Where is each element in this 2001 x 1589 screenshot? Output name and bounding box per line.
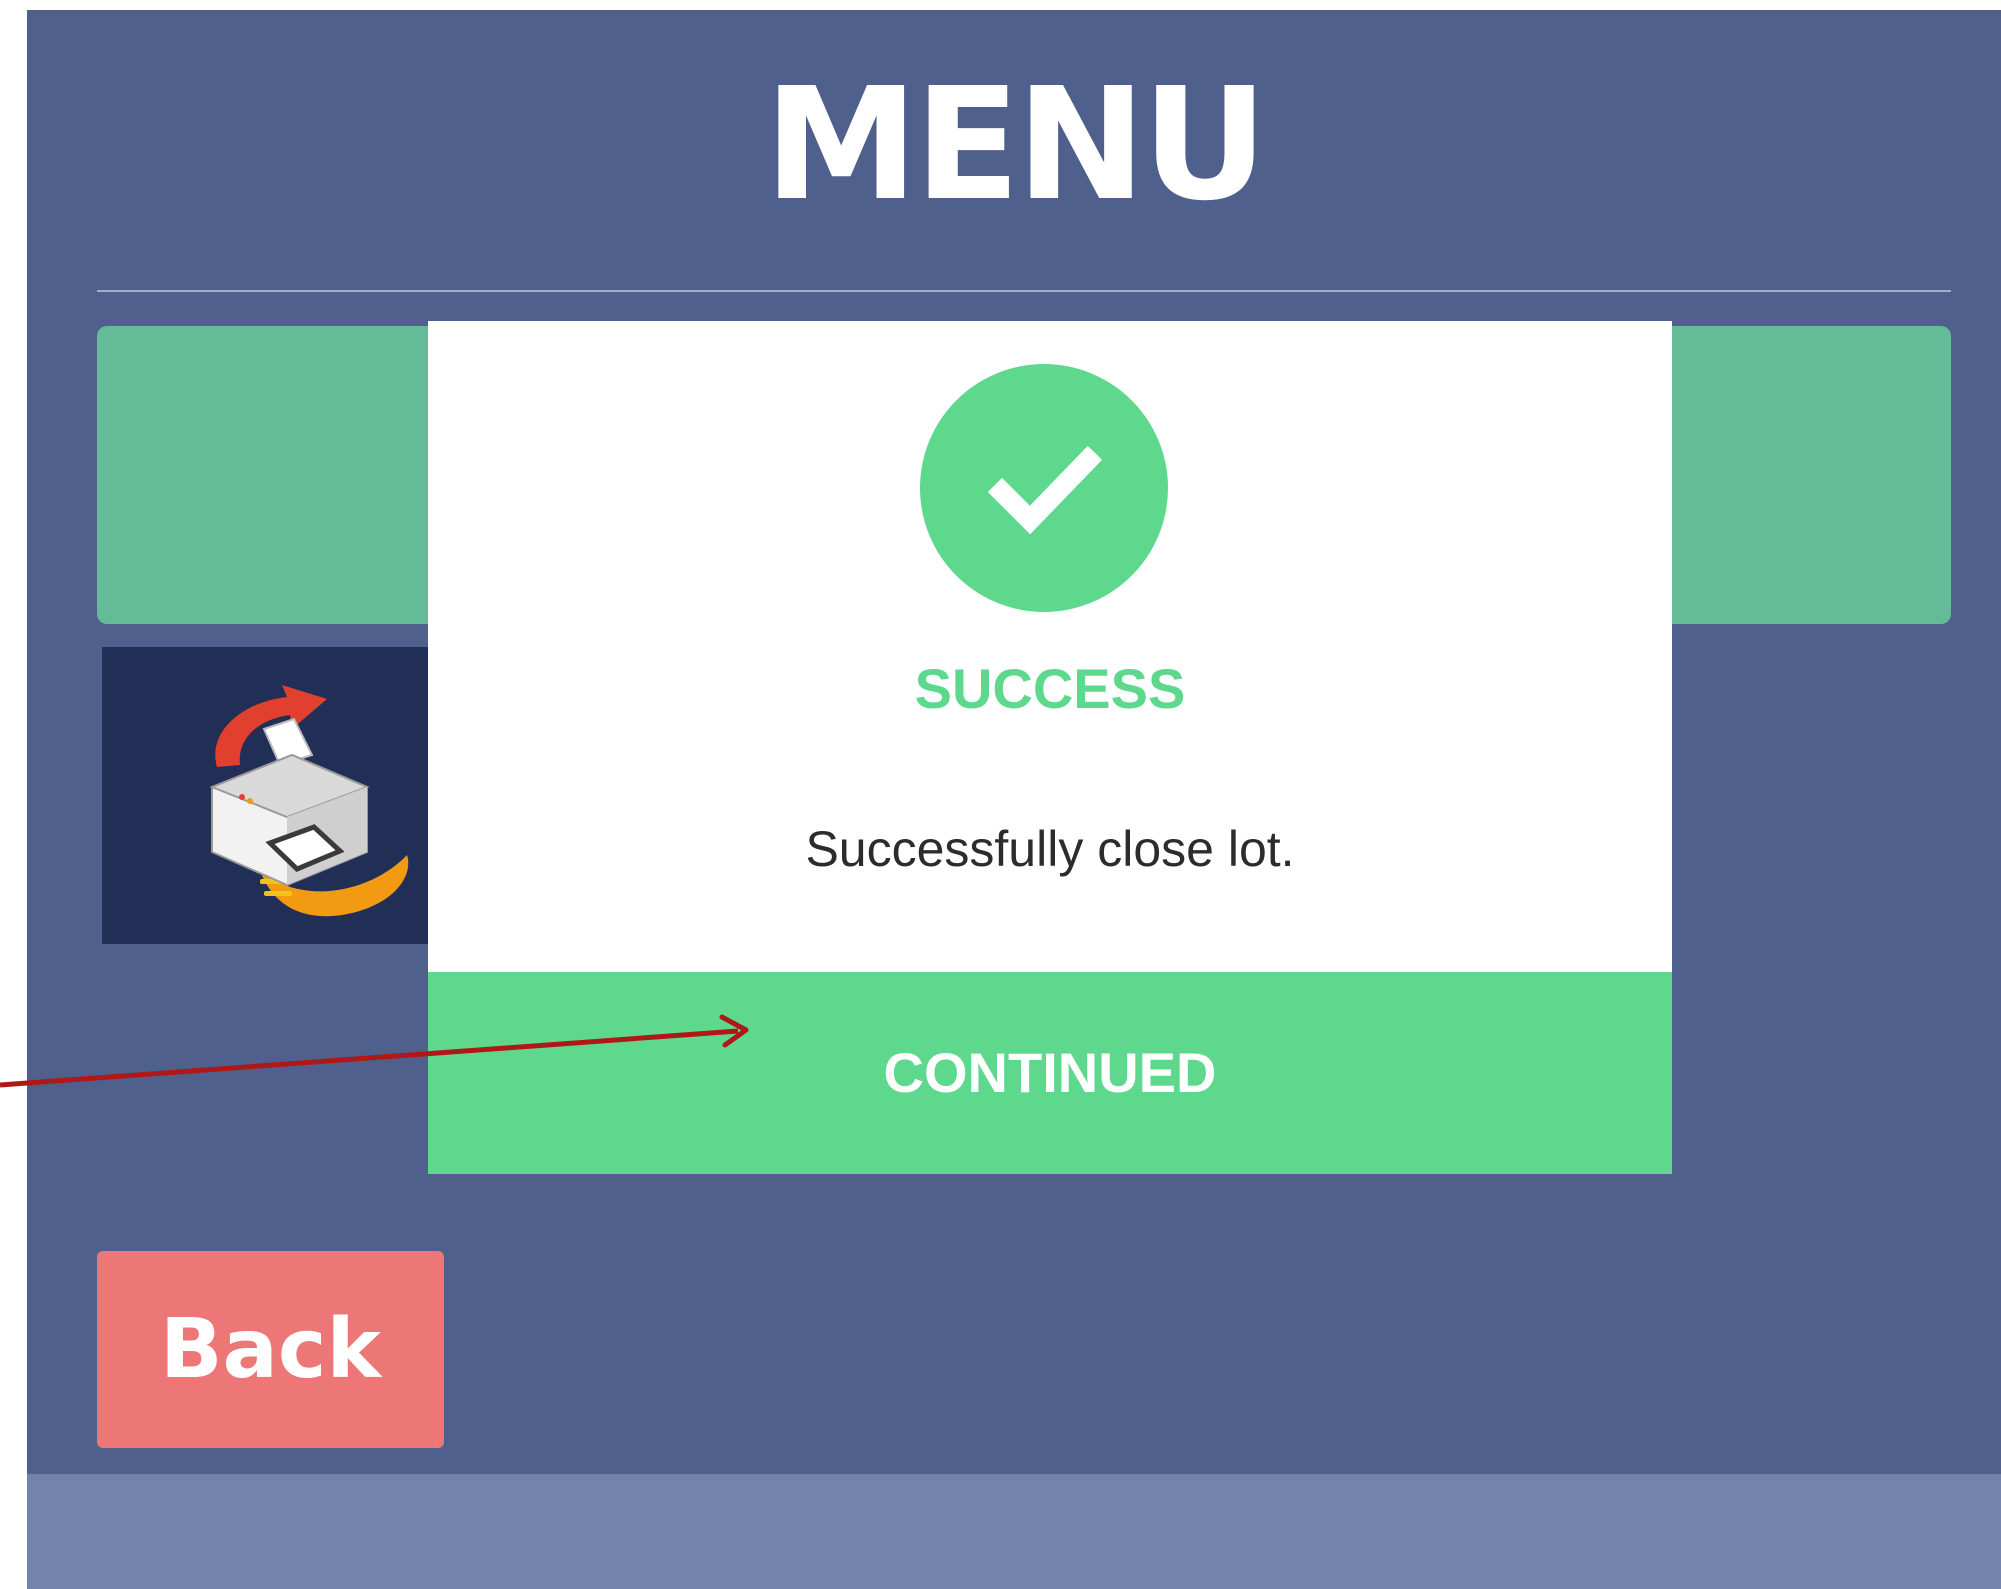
success-dialog: SUCCESS Successfully close lot. CONTINUE…	[428, 321, 1672, 1174]
continue-button[interactable]: CONTINUED	[428, 972, 1672, 1174]
title-divider	[97, 290, 1951, 292]
dialog-status-title: SUCCESS	[914, 657, 1186, 720]
app-window: MENU S G Back	[27, 10, 2001, 1589]
checkmark-icon	[987, 445, 1103, 535]
page-title: MENU	[764, 54, 1268, 235]
footer-bar	[27, 1474, 2001, 1589]
printer-tile[interactable]	[102, 647, 477, 944]
back-button[interactable]: Back	[97, 1251, 444, 1448]
printer-icon	[209, 685, 409, 917]
dialog-message: Successfully close lot.	[805, 821, 1295, 877]
success-circle	[920, 364, 1168, 612]
